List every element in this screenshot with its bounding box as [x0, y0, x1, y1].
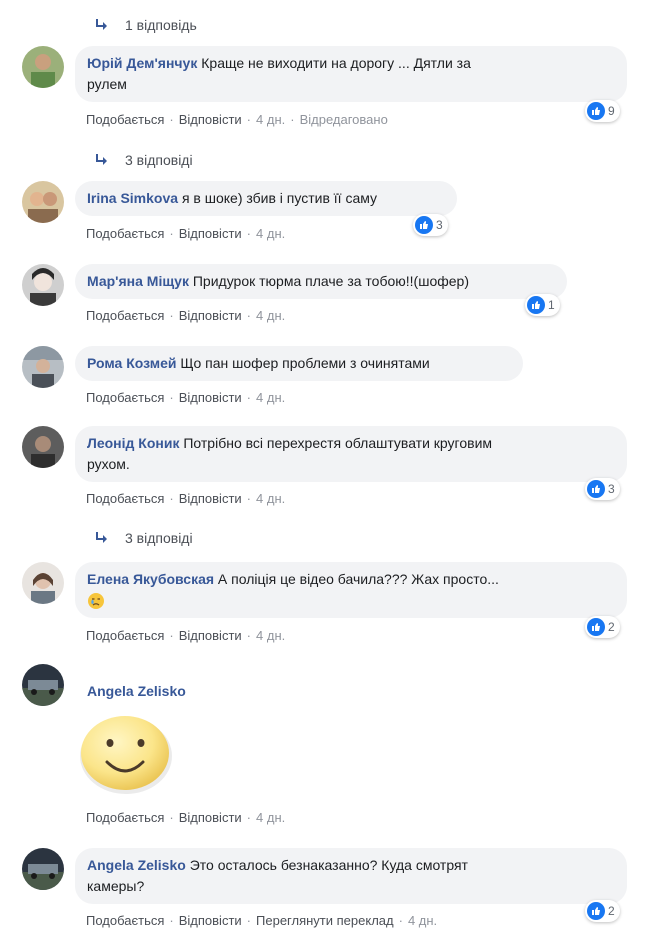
- comment-text: Що пан шофер проблеми з очинятами: [180, 355, 430, 371]
- like-link[interactable]: Подобається: [86, 810, 164, 825]
- comment-actions: Подобається · Відповісти · 4 дн.: [86, 810, 286, 825]
- comment-bubble: Елена Якубовская А поліція це відео бачи…: [75, 562, 627, 618]
- reaction-badge[interactable]: 9: [585, 100, 620, 122]
- avatar[interactable]: [22, 562, 64, 604]
- view-replies-link[interactable]: 3 відповіді: [94, 149, 193, 171]
- view-replies-label: 3 відповіді: [125, 530, 193, 546]
- like-link[interactable]: Подобається: [86, 390, 164, 405]
- timestamp[interactable]: 4 дн.: [256, 226, 285, 241]
- comment-author[interactable]: Юрій Дем'янчук: [87, 55, 197, 71]
- comment-text-line2: камеры?: [87, 878, 145, 894]
- like-icon: [527, 296, 545, 314]
- avatar[interactable]: [22, 848, 64, 890]
- reply-arrow-icon: [96, 532, 107, 543]
- comment-bubble: Angela Zelisko: [75, 674, 275, 709]
- comment-bubble: Irina Simkova я в шоке) збив і пустив її…: [75, 181, 457, 216]
- view-replies-label: 3 відповіді: [125, 152, 193, 168]
- comment-author[interactable]: Рома Козмей: [87, 355, 176, 371]
- reply-arrow-icon: [96, 19, 107, 30]
- reply-link[interactable]: Відповісти: [179, 810, 242, 825]
- comment-author[interactable]: Леонід Коник: [87, 435, 179, 451]
- reaction-count: 3: [608, 482, 615, 496]
- like-icon: [587, 902, 605, 920]
- reply-link[interactable]: Відповісти: [179, 491, 242, 506]
- reaction-count: 1: [548, 298, 555, 312]
- comment-actions: Подобається · Відповісти · 4 дн.: [86, 226, 286, 241]
- reaction-badge[interactable]: 2: [585, 900, 620, 922]
- like-link[interactable]: Подобається: [86, 112, 164, 127]
- comment-text-line2: рухом.: [87, 456, 130, 472]
- reaction-count: 2: [608, 620, 615, 634]
- timestamp[interactable]: 4 дн.: [256, 112, 285, 127]
- comment-actions: Подобається · Відповісти · Переглянути перек…: [86, 913, 438, 928]
- like-link[interactable]: Подобається: [86, 491, 164, 506]
- comment-author[interactable]: Angela Zelisko: [87, 857, 186, 873]
- like-icon: [587, 618, 605, 636]
- comment-text-line2: рулем: [87, 76, 127, 92]
- timestamp[interactable]: 4 дн.: [256, 390, 285, 405]
- reaction-badge[interactable]: 3: [413, 214, 448, 236]
- reaction-count: 2: [608, 904, 615, 918]
- avatar[interactable]: [22, 264, 64, 306]
- reply-link[interactable]: Відповісти: [179, 112, 242, 127]
- comment-author[interactable]: Angela Zelisko: [87, 683, 186, 699]
- smiley-sticker[interactable]: [78, 712, 174, 796]
- comment-text: А поліція це відео бачила??? Жах просто.…: [217, 571, 499, 587]
- reply-link[interactable]: Відповісти: [179, 913, 242, 928]
- comment-text: Это осталось безнаказанно? Куда смотрят: [189, 857, 468, 873]
- reaction-count: 9: [608, 104, 615, 118]
- comment-author[interactable]: Елена Якубовская: [87, 571, 214, 587]
- like-link[interactable]: Подобається: [86, 308, 164, 323]
- reply-arrow-icon: [96, 154, 107, 165]
- like-link[interactable]: Подобається: [86, 628, 164, 643]
- like-icon: [587, 480, 605, 498]
- comment-actions: Подобається · Відповісти · 4 дн.: [86, 308, 286, 323]
- timestamp[interactable]: 4 дн.: [256, 308, 285, 323]
- avatar[interactable]: [22, 181, 64, 223]
- like-icon: [415, 216, 433, 234]
- reply-link[interactable]: Відповісти: [179, 308, 242, 323]
- comment-bubble: Мар'яна Міщук Придурок тюрма плаче за то…: [75, 264, 567, 299]
- like-link[interactable]: Подобається: [86, 913, 164, 928]
- reaction-badge[interactable]: 2: [585, 616, 620, 638]
- timestamp[interactable]: 4 дн.: [256, 628, 285, 643]
- avatar[interactable]: [22, 426, 64, 468]
- like-icon: [587, 102, 605, 120]
- comment-text: я в шоке) збив і пустив її саму: [181, 190, 378, 206]
- reaction-count: 3: [436, 218, 443, 232]
- reply-link[interactable]: Відповісти: [179, 226, 242, 241]
- view-replies-link[interactable]: 3 відповіді: [94, 527, 193, 549]
- comment-text: Придурок тюрма плаче за тобою!!(шофер): [192, 273, 469, 289]
- comment-actions: Подобається · Відповісти · 4 дн.: [86, 390, 286, 405]
- avatar[interactable]: [22, 346, 64, 388]
- comment-author[interactable]: Мар'яна Міщук: [87, 273, 189, 289]
- avatar[interactable]: [22, 664, 64, 706]
- translate-link[interactable]: Переглянути переклад: [256, 913, 394, 928]
- comment-actions: Подобається · Відповісти · 4 дн.: [86, 491, 286, 506]
- edited-label: Відредаговано: [299, 112, 388, 127]
- like-link[interactable]: Подобається: [86, 226, 164, 241]
- view-replies-link[interactable]: 1 відповідь: [94, 14, 197, 36]
- view-replies-label: 1 відповідь: [125, 17, 197, 33]
- comment-bubble: Юрій Дем'янчук Краще не виходити на доро…: [75, 46, 627, 102]
- comment-text: Краще не виходити на дорогу ... Дятли за: [201, 55, 471, 71]
- comment-text: Потрібно всі перехрестя облаштувати круг…: [183, 435, 493, 451]
- comment-bubble: Леонід Коник Потрібно всі перехрестя обл…: [75, 426, 627, 482]
- reaction-badge[interactable]: 3: [585, 478, 620, 500]
- comment-bubble: Angela Zelisko Это осталось безнаказанно…: [75, 848, 627, 904]
- reply-link[interactable]: Відповісти: [179, 390, 242, 405]
- comment-author[interactable]: Irina Simkova: [87, 190, 178, 206]
- reply-link[interactable]: Відповісти: [179, 628, 242, 643]
- comment-bubble: Рома Козмей Що пан шофер проблеми з очин…: [75, 346, 523, 381]
- timestamp[interactable]: 4 дн.: [408, 913, 437, 928]
- reaction-badge[interactable]: 1: [525, 294, 560, 316]
- comment-actions: Подобається · Відповісти · 4 дн.: [86, 628, 286, 643]
- timestamp[interactable]: 4 дн.: [256, 491, 285, 506]
- comment-actions: Подобається · Відповісти · 4 дн. · Відредагова…: [86, 112, 388, 127]
- timestamp[interactable]: 4 дн.: [256, 810, 285, 825]
- avatar[interactable]: [22, 46, 64, 88]
- crying-face-icon: [88, 593, 104, 610]
